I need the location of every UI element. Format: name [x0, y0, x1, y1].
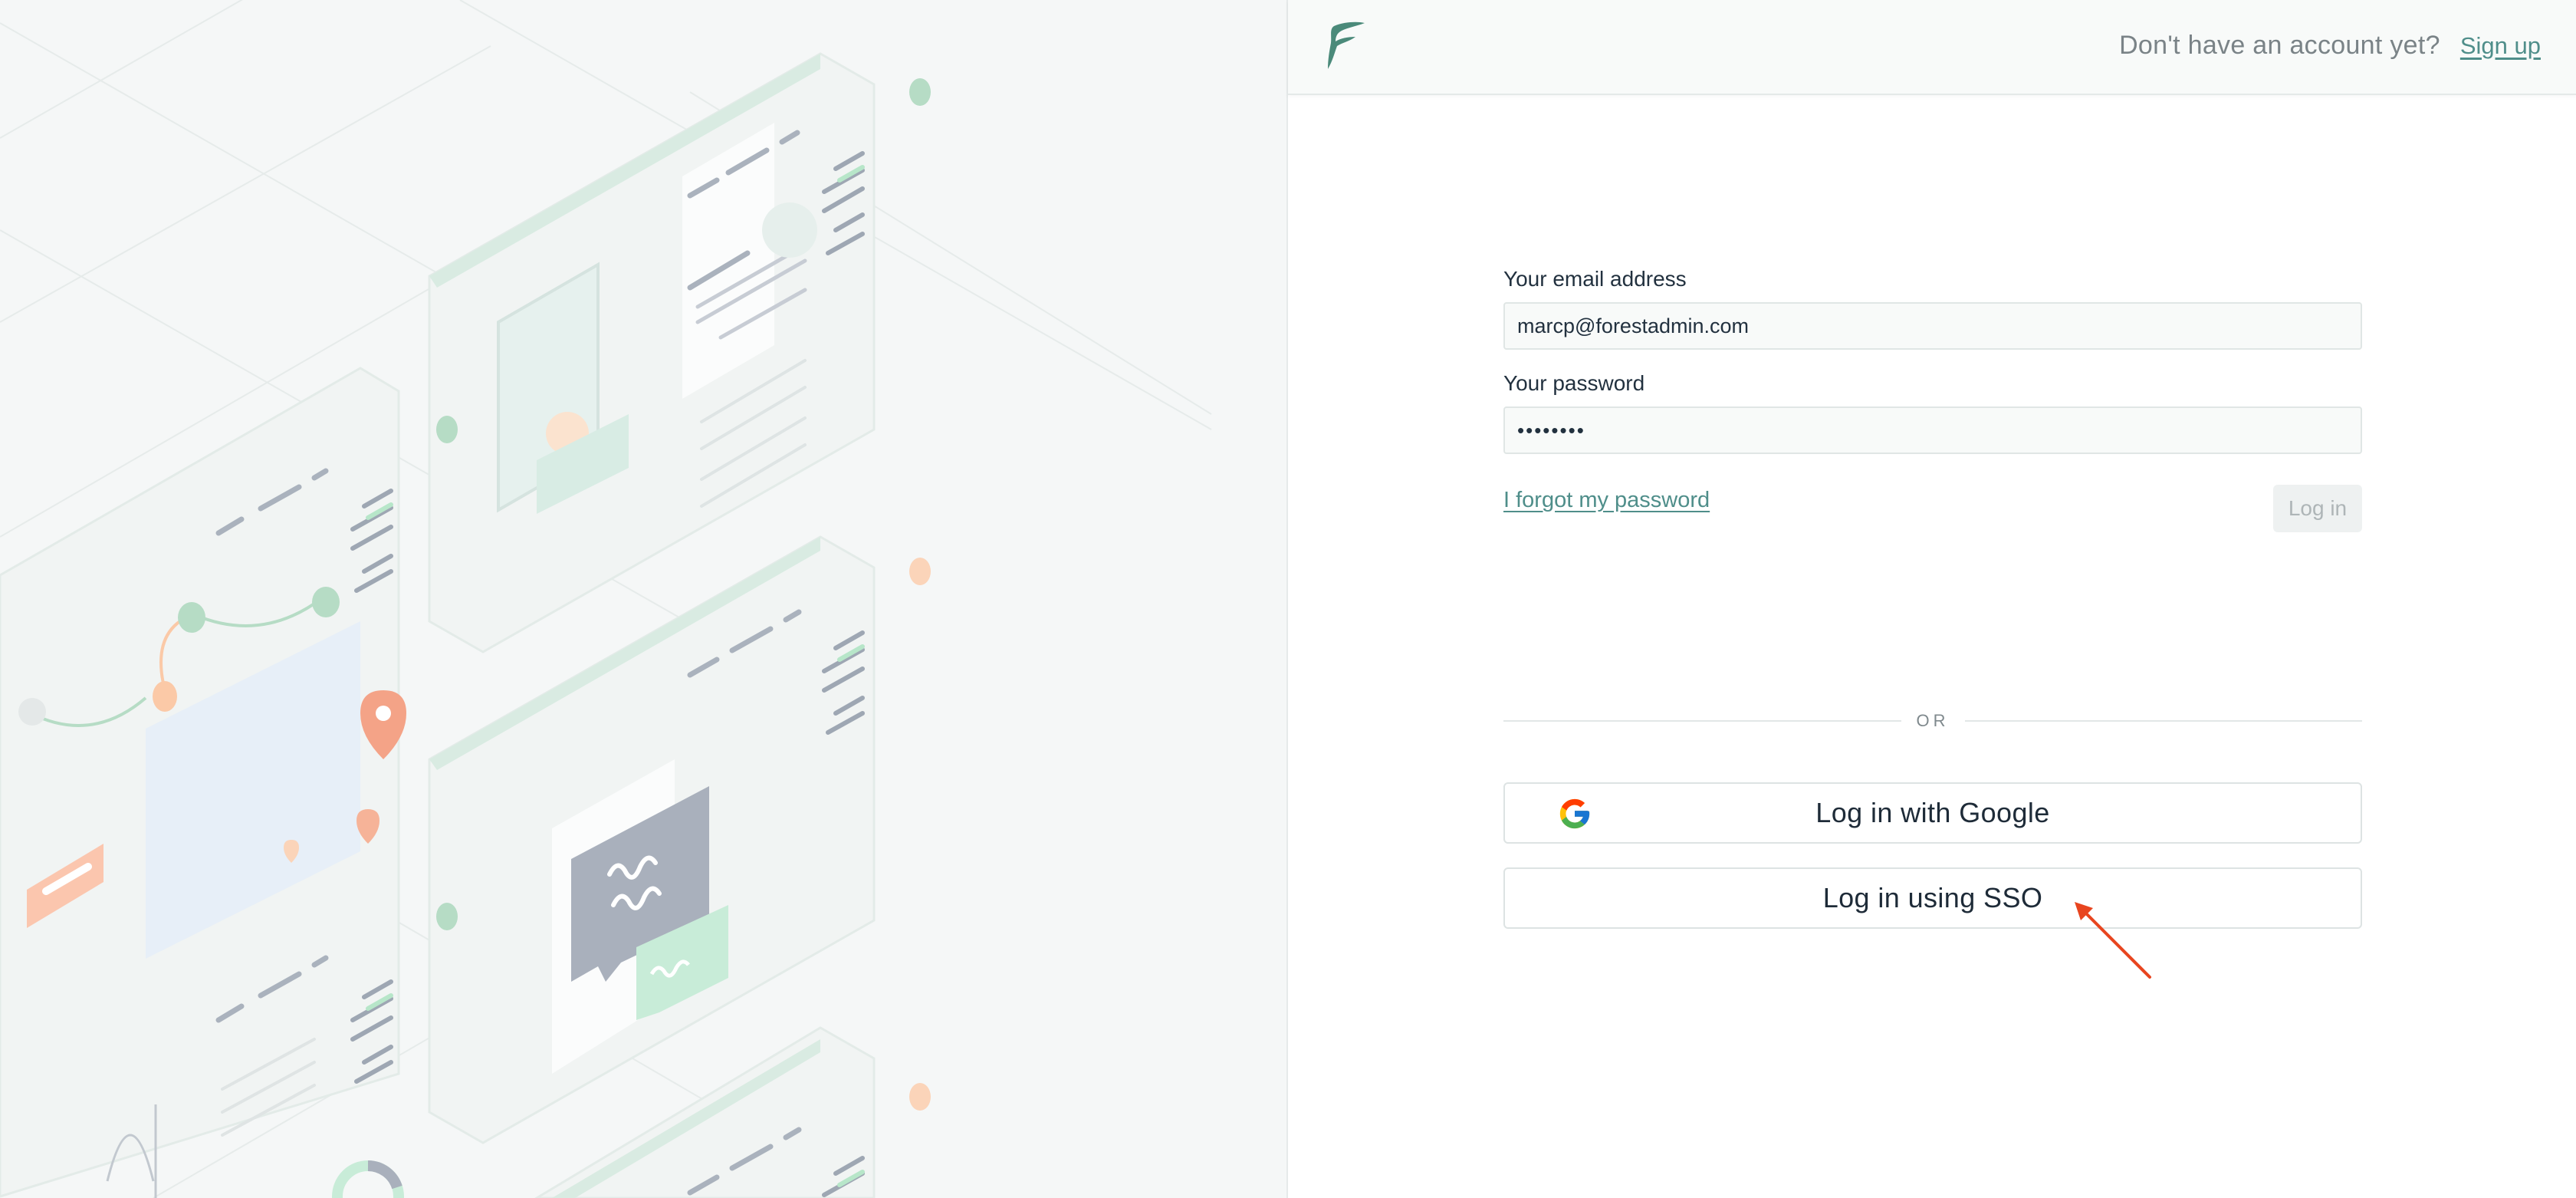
login-form: Your email address marcp@forestadmin.com…: [1503, 267, 2362, 534]
forgot-password-link[interactable]: I forgot my password: [1503, 488, 1710, 513]
divider-line: [1503, 720, 1901, 722]
signup-link[interactable]: Sign up: [2460, 32, 2541, 60]
password-field-group: Your password ••••••••: [1503, 371, 2362, 454]
signup-area: Don't have an account yet? Sign up: [2119, 31, 2541, 61]
login-button[interactable]: Log in: [2273, 485, 2362, 532]
illustration-panel: [0, 0, 1286, 1198]
password-label: Your password: [1503, 371, 1645, 395]
password-input[interactable]: ••••••••: [1503, 406, 2362, 454]
forest-admin-logo-icon[interactable]: [1323, 20, 1366, 72]
google-login-button[interactable]: Log in with Google: [1503, 782, 2362, 844]
sso-button-label: Log in using SSO: [1822, 882, 2043, 913]
login-panel: Don't have an account yet? Sign up Your …: [1286, 0, 2576, 1198]
email-input[interactable]: marcp@forestadmin.com: [1503, 302, 2362, 350]
sso-login-button[interactable]: Log in using SSO: [1503, 867, 2362, 929]
board-left: [0, 367, 458, 1198]
or-divider: OR: [1503, 707, 2362, 735]
email-label: Your email address: [1503, 267, 1687, 291]
google-button-label: Log in with Google: [1815, 797, 2050, 828]
google-g-icon: [1559, 798, 1590, 829]
divider-text: OR: [1916, 711, 1950, 730]
signup-prompt: Don't have an account yet?: [2119, 31, 2440, 60]
top-bar: Don't have an account yet? Sign up: [1288, 0, 2576, 95]
form-actions: I forgot my password Log in: [1503, 485, 2362, 534]
divider-line: [1964, 720, 2362, 722]
isometric-illustration: [0, 0, 1212, 1198]
email-field-group: Your email address marcp@forestadmin.com: [1503, 267, 2362, 350]
